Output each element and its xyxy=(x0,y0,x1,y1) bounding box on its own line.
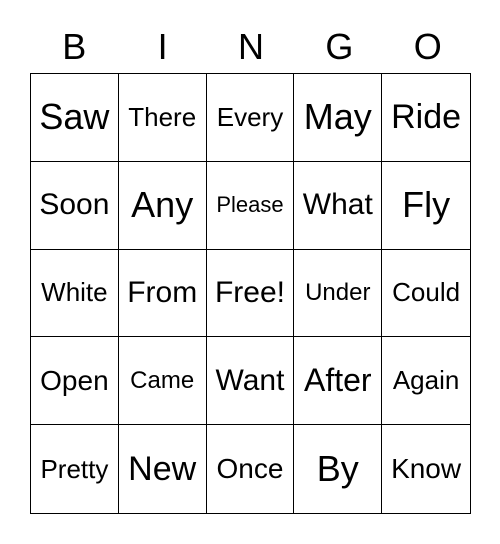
bingo-cell[interactable]: Fly xyxy=(382,162,470,250)
bingo-cell[interactable]: Saw xyxy=(31,74,119,162)
bingo-cell[interactable]: What xyxy=(294,161,383,250)
bingo-header: B I N G O xyxy=(30,22,472,72)
header-letter-n: N xyxy=(237,26,264,67)
bingo-cell[interactable]: Free! xyxy=(206,249,295,338)
header-letter-i: I xyxy=(157,26,168,67)
bingo-grid: Saw There Every May Ride Soon Any Please What Fly… xyxy=(30,73,471,514)
bingo-cell[interactable]: Soon xyxy=(31,161,119,250)
header-letter-g: G xyxy=(325,26,354,67)
bingo-cell[interactable]: Again xyxy=(382,337,470,426)
bingo-cell[interactable]: Any xyxy=(118,161,207,250)
header-letter-b: B xyxy=(62,26,87,67)
bingo-cell[interactable]: Open xyxy=(31,337,119,426)
bingo-cell[interactable]: New xyxy=(119,425,207,513)
bingo-cell[interactable]: Came xyxy=(118,337,207,426)
bingo-cell[interactable]: Pretty xyxy=(31,425,119,513)
bingo-cell[interactable]: Please xyxy=(206,161,295,250)
header-letter-o: O xyxy=(413,26,442,67)
bingo-cell[interactable]: Once xyxy=(207,425,295,513)
bingo-cell[interactable]: May xyxy=(294,74,383,162)
bingo-cell[interactable]: Want xyxy=(206,337,295,426)
bingo-cell[interactable]: Could xyxy=(382,250,470,338)
bingo-cell[interactable]: After xyxy=(294,337,383,426)
bingo-cell[interactable]: Ride xyxy=(382,74,470,162)
bingo-cell[interactable]: Under xyxy=(294,249,383,338)
bingo-cell[interactable]: From xyxy=(118,249,207,338)
bingo-cell[interactable]: Every xyxy=(206,74,295,162)
bingo-cell[interactable]: White xyxy=(31,249,119,338)
bingo-cell[interactable]: By xyxy=(294,425,383,513)
bingo-cell[interactable]: Know xyxy=(382,425,470,513)
bingo-cell[interactable]: There xyxy=(118,74,207,162)
